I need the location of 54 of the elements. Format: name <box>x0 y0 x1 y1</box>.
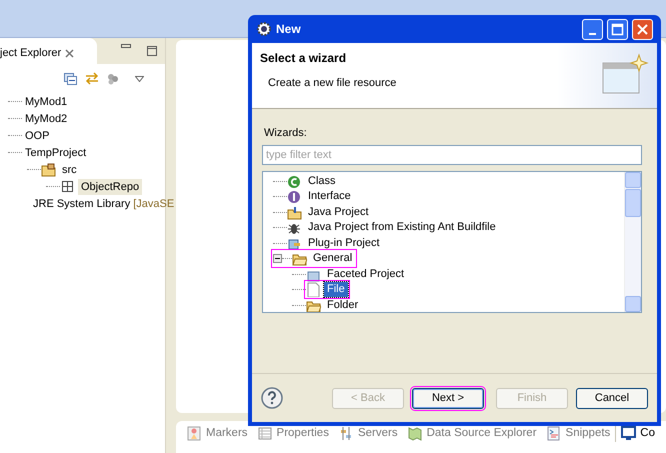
tree-item[interactable]: OOP <box>22 128 52 144</box>
monitor-icon <box>621 426 636 442</box>
scrollbar[interactable] <box>624 172 641 312</box>
grid-icon <box>60 179 75 194</box>
tree-item[interactable]: JRE System Library <box>30 196 134 212</box>
view-tab[interactable]: Snippets <box>542 425 616 442</box>
snippets-icon <box>546 426 562 442</box>
tree-item[interactable]: src <box>59 162 80 178</box>
minimize-icon <box>589 32 596 34</box>
interface-icon <box>287 189 302 204</box>
maximize-icon[interactable] <box>147 46 157 56</box>
tree-item[interactable]: General <box>310 251 356 266</box>
table-icon <box>258 426 273 442</box>
markers-icon <box>187 426 202 442</box>
collapse-all-icon[interactable] <box>64 72 77 84</box>
gear-icon <box>256 21 272 37</box>
tree-item[interactable]: Plug-in Project <box>305 236 383 251</box>
map-icon <box>408 426 423 442</box>
window-title: New <box>276 21 301 38</box>
minimize-button[interactable] <box>582 18 603 40</box>
tree-item[interactable]: Faceted Project <box>324 266 408 282</box>
maximize-button[interactable] <box>607 18 628 40</box>
wizard-heading: Select a wizard <box>260 50 348 67</box>
tree-item[interactable]: Java Project <box>305 204 372 220</box>
tree-item-decoration: [JavaSE <box>133 196 174 212</box>
help-icon[interactable] <box>261 387 283 409</box>
tree-item[interactable]: Java Project from Existing Ant Buildfile <box>305 220 499 236</box>
document-icon <box>306 282 321 298</box>
tree-item[interactable]: TempProject <box>22 144 90 160</box>
close-button[interactable] <box>632 18 653 40</box>
tree-item[interactable]: Interface <box>305 189 354 204</box>
tree-item[interactable]: MyMod2 <box>22 110 70 126</box>
tree-item[interactable]: ObjectRepo <box>78 178 142 194</box>
close-icon[interactable] <box>65 48 74 58</box>
wizards-label: Wizards: <box>263 126 308 141</box>
class-icon <box>287 174 302 189</box>
filter-field[interactable]: type filter text <box>262 145 642 165</box>
view-tab[interactable]: Servers <box>334 425 403 442</box>
tree-item[interactable]: Folder <box>324 298 362 312</box>
view-tab[interactable]: Markers <box>182 425 253 442</box>
view-tab[interactable]: Properties <box>252 425 334 442</box>
tree-item[interactable]: Class <box>305 174 339 189</box>
view-tab[interactable]: Data Source Explorer <box>402 425 542 442</box>
wizard-button[interactable]: Cancel <box>576 388 648 408</box>
wizard-description: Create a new file resource <box>267 76 396 91</box>
view-menu-icon[interactable] <box>135 76 144 82</box>
collapse-toggle-icon[interactable] <box>273 254 282 264</box>
folder-icon <box>41 162 56 177</box>
folder-icon <box>287 204 302 220</box>
minimize-icon[interactable] <box>121 44 131 48</box>
wizard-button[interactable]: Next > <box>412 388 484 408</box>
servers-icon <box>338 426 354 442</box>
tree-item[interactable]: MyMod1 <box>22 94 70 110</box>
tree-item[interactable]: File <box>324 282 348 298</box>
